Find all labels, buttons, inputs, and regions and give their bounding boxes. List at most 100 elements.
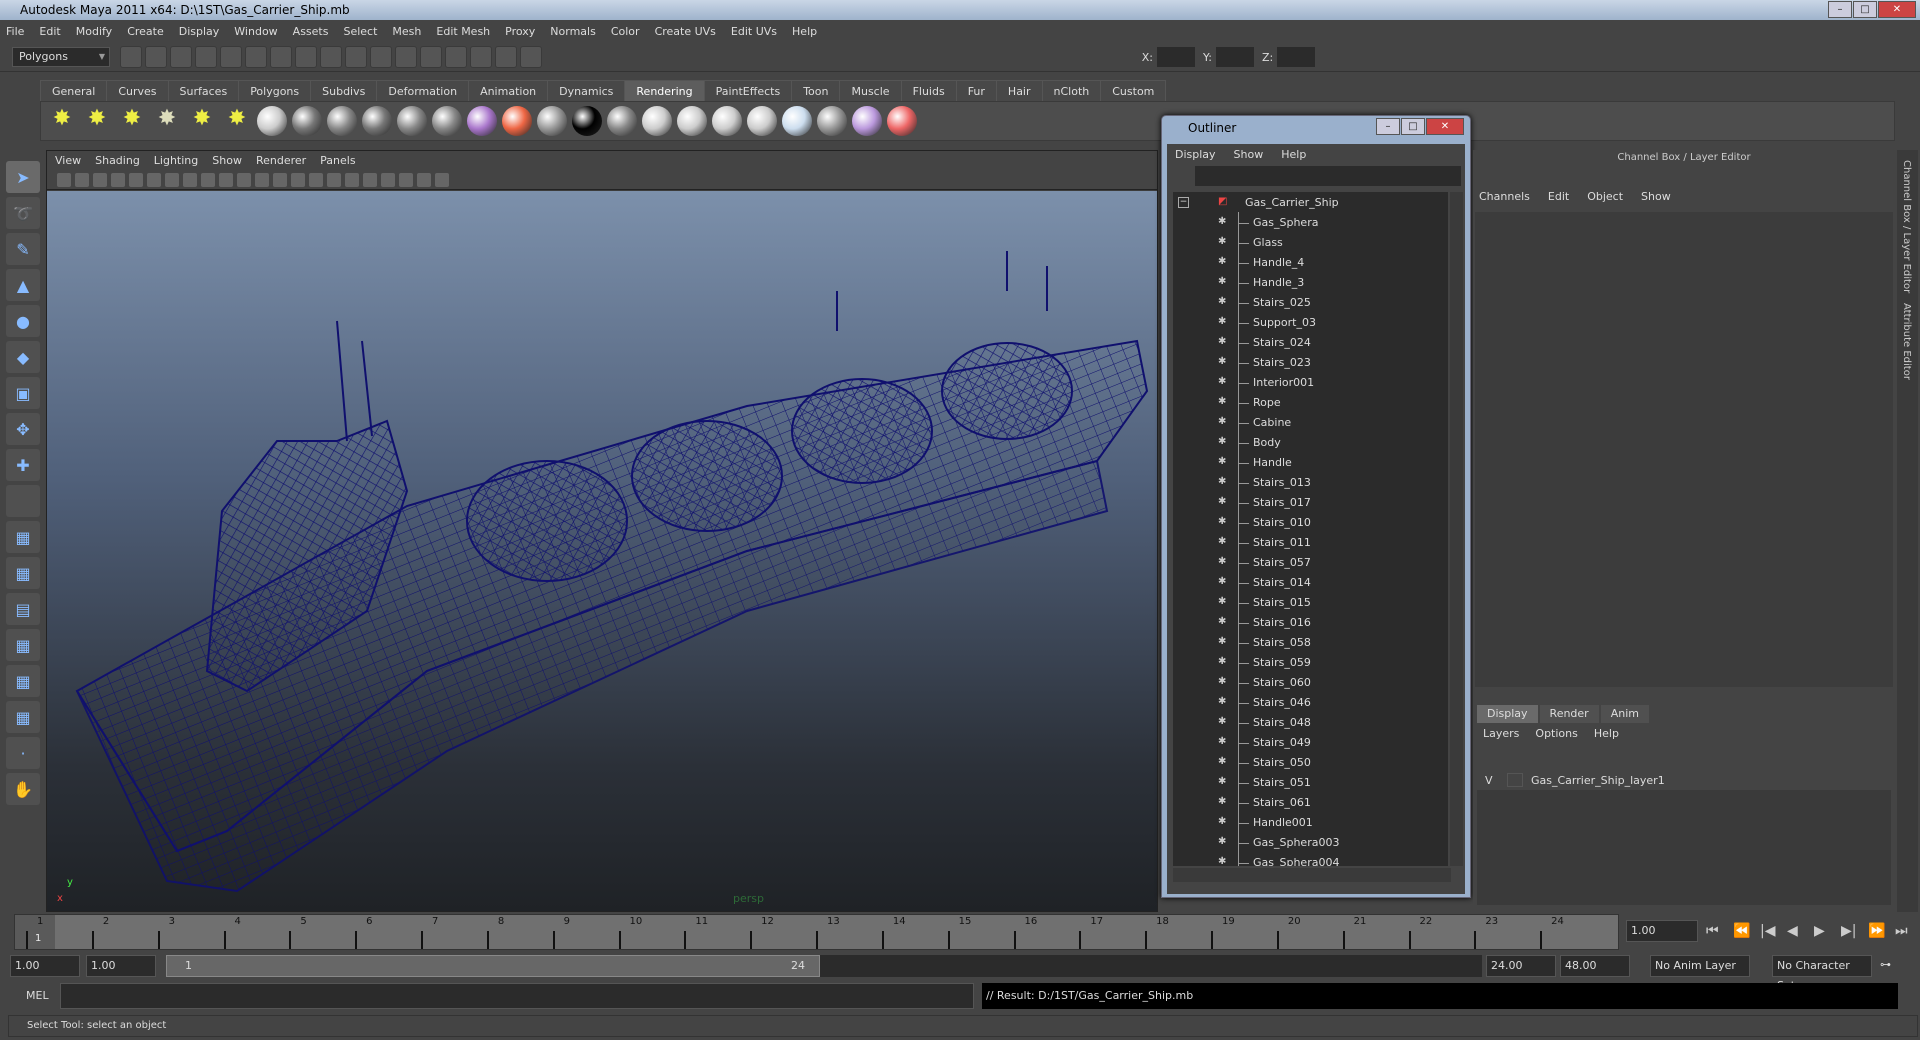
layer-row[interactable]: V Gas_Carrier_Ship_layer1 [1477, 770, 1891, 790]
shelf-phonge-icon[interactable] [397, 106, 427, 136]
layout-outliner-icon[interactable]: ▤ [6, 593, 40, 625]
step-back-key-button[interactable]: ⏪ [1733, 923, 1750, 939]
channel-menu-show[interactable]: Show [1641, 190, 1671, 203]
show-manipulator-tool-icon[interactable]: ✚ [6, 449, 40, 481]
layout-four-icon[interactable]: ▦ [6, 557, 40, 589]
panel-tool-1-icon[interactable] [75, 172, 89, 187]
outliner-filter-input[interactable] [1195, 166, 1461, 186]
step-forward-key-button[interactable]: ⏩ [1868, 923, 1885, 939]
collapse-icon[interactable]: − [1178, 196, 1189, 208]
menu-create-uvs[interactable]: Create UVs [655, 25, 716, 38]
menu-display[interactable]: Display [179, 25, 220, 38]
outliner-item[interactable]: ✱ Handle [1173, 452, 1448, 472]
shelf-phong-icon[interactable] [362, 106, 392, 136]
outliner-item[interactable]: ✱ Handle_3 [1173, 272, 1448, 292]
select-hierarchy-icon[interactable] [195, 46, 217, 68]
start-time-field[interactable]: 1.00 [10, 955, 80, 977]
select-tool-icon[interactable]: ➤ [6, 161, 40, 193]
tab-animation[interactable]: Animation [468, 80, 549, 101]
outliner-menu-help[interactable]: Help [1281, 148, 1306, 161]
panel-tool-18-icon[interactable] [381, 172, 395, 187]
shelf-directional-light-icon[interactable]: ✸ [82, 106, 112, 136]
panel-tool-6-icon[interactable] [165, 172, 179, 187]
panel-tool-5-icon[interactable] [147, 172, 161, 187]
open-scene-icon[interactable] [145, 46, 167, 68]
move-tool-icon[interactable]: ▲ [6, 269, 40, 301]
shelf-render-layer-icon[interactable] [817, 106, 847, 136]
character-set-select[interactable]: No Character Set [1772, 955, 1872, 992]
3d-view[interactable]: xy persp [47, 191, 1157, 911]
layer-visibility-toggle[interactable]: V [1485, 774, 1507, 787]
outliner-item[interactable]: ✱ Gas_Sphera004 [1173, 852, 1448, 866]
snap-plane-icon[interactable] [370, 46, 392, 68]
playback-end-field[interactable]: 24.00 [1486, 955, 1556, 977]
outliner-item[interactable]: ✱ Glass [1173, 232, 1448, 252]
outliner-item[interactable]: ✱ Stairs_058 [1173, 632, 1448, 652]
menu-edit-uvs[interactable]: Edit UVs [731, 25, 777, 38]
hypershade-icon[interactable] [520, 46, 542, 68]
panel-tool-2-icon[interactable] [93, 172, 107, 187]
tab-deformation[interactable]: Deformation [376, 80, 470, 101]
step-back-frame-button[interactable]: |◀ [1760, 923, 1775, 939]
current-frame-marker[interactable]: 1 [15, 915, 55, 949]
outliner-item[interactable]: ✱ Stairs_016 [1173, 612, 1448, 632]
layer-tab-anim[interactable]: Anim [1600, 705, 1649, 723]
panel-menu-show[interactable]: Show [212, 154, 242, 167]
render-icon[interactable] [445, 46, 467, 68]
outliner-maximize-button[interactable]: □ [1401, 118, 1425, 135]
menu-color[interactable]: Color [611, 25, 640, 38]
panel-menu-renderer[interactable]: Renderer [256, 154, 306, 167]
side-tab-channel-box[interactable]: Channel Box / Layer Editor [1901, 160, 1912, 293]
range-slider-bar[interactable]: 1 24 [166, 955, 820, 977]
outliner-item[interactable]: ✱ Stairs_024 [1173, 332, 1448, 352]
shelf-camera-icon[interactable] [257, 106, 287, 136]
more-layouts-icon[interactable]: · [6, 737, 40, 769]
outliner-item[interactable]: ✱ Stairs_049 [1173, 732, 1448, 752]
layer-tab-display[interactable]: Display [1477, 705, 1538, 723]
command-line-input[interactable] [60, 983, 974, 1009]
layout-custom-icon[interactable]: ▦ [6, 701, 40, 733]
go-to-start-button[interactable]: ⏮ [1706, 923, 1719, 939]
last-tool-icon[interactable] [6, 485, 40, 517]
x-field[interactable] [1157, 47, 1196, 67]
shelf-point-light-icon[interactable]: ✸ [117, 106, 147, 136]
outliner-item[interactable]: ✱ Body [1173, 432, 1448, 452]
tab-dynamics[interactable]: Dynamics [547, 80, 626, 101]
snap-grid-icon[interactable] [295, 46, 317, 68]
outliner-item[interactable]: ✱ Handle001 [1173, 812, 1448, 832]
shelf-spot-light-icon[interactable]: ✸ [152, 106, 182, 136]
outliner-item[interactable]: ✱ Stairs_011 [1173, 532, 1448, 552]
shelf-lambert-icon[interactable] [292, 106, 322, 136]
layout-graph-icon[interactable]: ▦ [6, 629, 40, 661]
outliner-item[interactable]: ✱ Stairs_060 [1173, 672, 1448, 692]
menu-select[interactable]: Select [343, 25, 377, 38]
playback-start-field[interactable]: 1.00 [86, 955, 156, 977]
menu-file[interactable]: File [6, 25, 24, 38]
shelf-render-view-icon[interactable] [747, 106, 777, 136]
close-button[interactable]: ✕ [1878, 1, 1916, 18]
rotate-tool-icon[interactable]: ● [6, 305, 40, 337]
outliner-item[interactable]: ✱ Stairs_023 [1173, 352, 1448, 372]
menu-set-select[interactable]: Polygons [12, 47, 110, 67]
outliner-item[interactable]: ✱ Stairs_017 [1173, 492, 1448, 512]
minimize-button[interactable]: – [1828, 1, 1852, 18]
tab-fur[interactable]: Fur [955, 80, 997, 101]
layer-color-swatch[interactable] [1507, 773, 1523, 787]
outliner-item[interactable]: ✱ Support_03 [1173, 312, 1448, 332]
panel-tool-19-icon[interactable] [399, 172, 413, 187]
outliner-item[interactable]: ✱ Gas_Sphera [1173, 212, 1448, 232]
layer-menu-layers[interactable]: Layers [1483, 727, 1519, 740]
shelf-ambient-light-icon[interactable]: ✸ [47, 106, 77, 136]
menu-normals[interactable]: Normals [550, 25, 596, 38]
range-slider[interactable]: 1 24 [166, 955, 1482, 977]
side-tab-attribute-editor[interactable]: Attribute Editor [1901, 303, 1912, 380]
outliner-item[interactable]: ✱ Stairs_015 [1173, 592, 1448, 612]
outliner-item[interactable]: ✱ Stairs_010 [1173, 512, 1448, 532]
render-settings-icon[interactable] [495, 46, 517, 68]
layout-single-icon[interactable]: ▦ [6, 521, 40, 553]
viewport-panel[interactable]: View Shading Lighting Show Renderer Panels [46, 150, 1158, 912]
shelf-ramp-shader-icon[interactable] [467, 106, 497, 136]
snap-live-icon[interactable] [395, 46, 417, 68]
menu-window[interactable]: Window [234, 25, 277, 38]
menu-edit-mesh[interactable]: Edit Mesh [436, 25, 490, 38]
